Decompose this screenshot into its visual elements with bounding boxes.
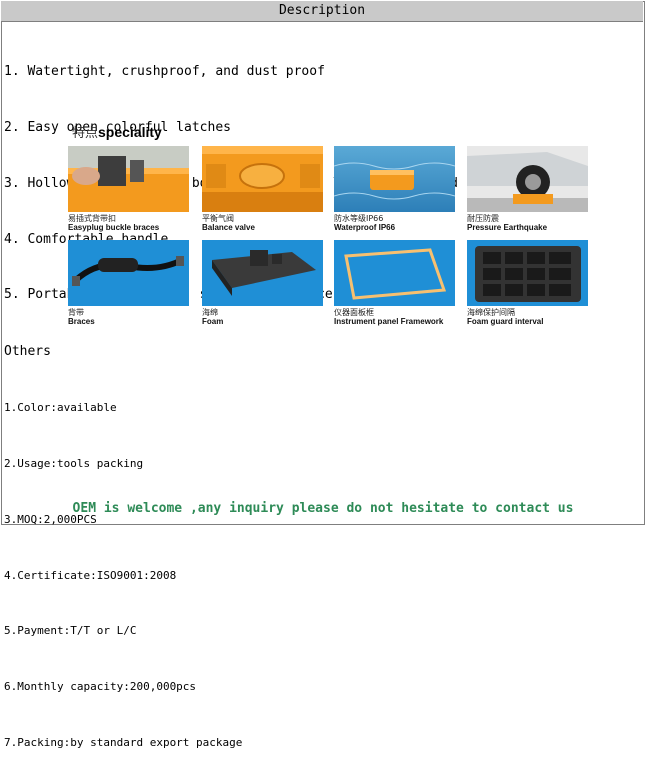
others-item: 6.Monthly capacity:200,000pcs bbox=[4, 680, 197, 694]
feature-item: 1. Watertight, crushproof, and dust proo… bbox=[4, 64, 325, 80]
caption-en: Balance valve bbox=[202, 223, 255, 232]
others-item: 1.Color:available bbox=[4, 401, 117, 415]
caption-cn: 仪器面板框 bbox=[334, 308, 374, 317]
others-list: 1.Color:available 2.Usage:tools packing … bbox=[4, 362, 242, 771]
waterproof-photo-icon bbox=[334, 146, 455, 212]
strap-photo-icon bbox=[68, 240, 189, 306]
speciality-item-buckle: 易插式背带扣 Easyplug buckle braces bbox=[68, 146, 189, 232]
caption-cn: 背带 bbox=[68, 308, 84, 317]
others-heading: Others bbox=[4, 344, 51, 359]
caption-en: Foam bbox=[202, 317, 224, 326]
caption-cn: 海绵保护间隔 bbox=[467, 308, 515, 317]
caption-en: Braces bbox=[68, 317, 95, 326]
caption-cn: 易插式背带扣 bbox=[68, 214, 116, 223]
speciality-item-frame: 仪器面板框 Instrument panel Framework bbox=[334, 240, 455, 326]
others-item: 4.Certificate:ISO9001:2008 bbox=[4, 568, 177, 582]
speciality-title: 特点speciality bbox=[72, 122, 162, 141]
speciality-grid: 易插式背带扣 Easyplug buckle braces 平衡气阀 Balan… bbox=[68, 146, 592, 336]
speciality-item-waterproof: 防水等级IP66 Waterproof IP66 bbox=[334, 146, 455, 232]
valve-photo-icon bbox=[202, 146, 323, 212]
others-item: 2.Usage:tools packing bbox=[4, 456, 144, 470]
buckle-photo-icon bbox=[68, 146, 189, 212]
car-pressure-photo-icon bbox=[467, 146, 588, 212]
caption-en: Pressure Earthquake bbox=[467, 223, 548, 232]
speciality-title-cn: 特点 bbox=[72, 126, 99, 141]
caption-en: Foam guard interval bbox=[467, 317, 544, 326]
caption-en: Waterproof IP66 bbox=[334, 223, 396, 232]
speciality-item-foam: 海绵 Foam bbox=[202, 240, 323, 326]
frame-photo-icon bbox=[334, 240, 455, 306]
caption-cn: 平衡气阀 bbox=[202, 214, 234, 223]
caption-en: Easyplug buckle braces bbox=[68, 223, 160, 232]
speciality-item-pressure: 耐压防震 Pressure Earthquake bbox=[467, 146, 588, 232]
speciality-item-braces: 背带 Braces bbox=[68, 240, 189, 326]
contact-footer: OEM is welcome ,any inquiry please do no… bbox=[72, 501, 574, 516]
description-header: Description bbox=[1, 1, 643, 22]
speciality-item-valve: 平衡气阀 Balance valve bbox=[202, 146, 323, 232]
foam-grid-photo-icon bbox=[467, 240, 588, 306]
others-item: 7.Packing:by standard export package bbox=[4, 735, 243, 749]
speciality-title-en: speciality bbox=[98, 124, 162, 140]
speciality-item-foam-guard: 海绵保护间隔 Foam guard interval bbox=[467, 240, 588, 326]
foam-photo-icon bbox=[202, 240, 323, 306]
caption-en: Instrument panel Framework bbox=[334, 317, 444, 326]
caption-cn: 防水等级IP66 bbox=[334, 214, 384, 223]
caption-cn: 海绵 bbox=[202, 308, 218, 317]
caption-cn: 耐压防震 bbox=[467, 214, 499, 223]
others-item: 5.Payment:T/T or L/C bbox=[4, 624, 137, 638]
